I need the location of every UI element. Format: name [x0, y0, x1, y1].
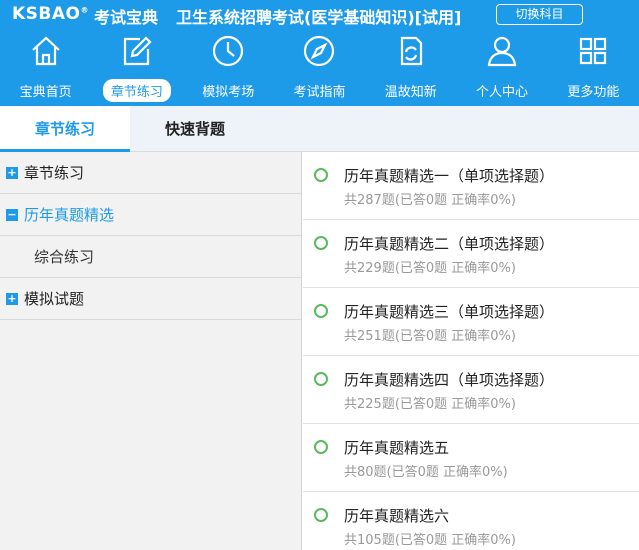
sidebar-item-mock-questions[interactable]: + 模拟试题: [0, 278, 301, 320]
item-stats: 共105题(已答0题 正确率0%): [344, 533, 516, 548]
list-item[interactable]: 历年真题精选五 共80题(已答0题 正确率0%): [303, 424, 639, 492]
nav-more[interactable]: 更多功能: [548, 32, 639, 106]
list-item[interactable]: 历年真题精选三（单项选择题） 共251题(已答0题 正确率0%): [303, 288, 639, 356]
item-stats: 共225题(已答0题 正确率0%): [344, 397, 516, 412]
compass-icon: [304, 35, 335, 67]
user-icon: [487, 36, 517, 67]
sidebar-item-chapter-practice[interactable]: + 章节练习: [0, 152, 301, 194]
status-circle-icon: [314, 304, 328, 318]
brand-row: KSBAO® 考试宝典 卫生系统招聘考试(医学基础知识)[试用] 切换科目: [0, 0, 639, 30]
exercise-list: 历年真题精选一（单项选择题） 共287题(已答0题 正确率0%) 历年真题精选二…: [303, 152, 639, 550]
logo-cn: 考试宝典: [94, 8, 159, 27]
nav-home[interactable]: 宝典首页: [0, 32, 91, 106]
switch-subject-button[interactable]: 切换科目: [496, 4, 583, 25]
list-item[interactable]: 历年真题精选一（单项选择题） 共287题(已答0题 正确率0%): [303, 152, 639, 220]
refresh-icon: [400, 36, 422, 66]
item-title: 历年真题精选六: [344, 507, 450, 525]
nav-more-label: 更多功能: [567, 85, 620, 100]
tab-quick-memorize[interactable]: 快速背题: [130, 106, 260, 152]
item-title: 历年真题精选四（单项选择题）: [344, 371, 555, 389]
sidebar-item-label: 历年真题精选: [24, 206, 115, 224]
status-circle-icon: [314, 372, 328, 386]
tab-chapter-practice[interactable]: 章节练习: [0, 106, 130, 152]
nav-mock-exam-label: 模拟考场: [202, 85, 255, 100]
expand-icon[interactable]: +: [6, 167, 18, 179]
ksbao-logo: KSBAO®: [12, 4, 89, 24]
nav-exam-guide-label: 考试指南: [293, 85, 346, 100]
app-header: KSBAO® 考试宝典 卫生系统招聘考试(医学基础知识)[试用] 切换科目 宝典…: [0, 0, 639, 106]
status-circle-icon: [314, 168, 328, 182]
list-item[interactable]: 历年真题精选六 共105题(已答0题 正确率0%): [303, 492, 639, 550]
main-nav: 宝典首页 章节练习 模拟考场 考试指南 温故知新 个人中心 更多功能: [0, 32, 639, 106]
sidebar-item-past-papers[interactable]: − 历年真题精选: [0, 194, 301, 236]
expand-icon[interactable]: +: [6, 293, 18, 305]
app-title: 卫生系统招聘考试(医学基础知识)[试用]: [176, 8, 462, 27]
nav-mock-exam[interactable]: 模拟考场: [183, 32, 274, 106]
home-icon: [31, 36, 60, 66]
item-title: 历年真题精选一（单项选择题）: [344, 167, 555, 185]
nav-profile[interactable]: 个人中心: [456, 32, 547, 106]
list-item[interactable]: 历年真题精选二（单项选择题） 共229题(已答0题 正确率0%): [303, 220, 639, 288]
nav-home-label: 宝典首页: [19, 85, 72, 100]
nav-review[interactable]: 温故知新: [365, 32, 456, 106]
nav-review-label: 温故知新: [384, 85, 437, 100]
list-item[interactable]: 历年真题精选四（单项选择题） 共225题(已答0题 正确率0%): [303, 356, 639, 424]
item-title: 历年真题精选五: [344, 439, 450, 457]
edit-icon: [123, 36, 152, 66]
clock-icon: [213, 35, 244, 67]
status-circle-icon: [314, 508, 328, 522]
item-stats: 共287题(已答0题 正确率0%): [344, 193, 516, 208]
nav-chapter-practice[interactable]: 章节练习: [91, 32, 182, 106]
nav-exam-guide[interactable]: 考试指南: [274, 32, 365, 106]
sidebar-item-comprehensive[interactable]: 综合练习: [0, 236, 301, 278]
tab-bar: 章节练习 快速背题: [0, 106, 639, 152]
sidebar: + 章节练习 − 历年真题精选 综合练习 + 模拟试题: [0, 152, 302, 550]
sidebar-item-label: 综合练习: [34, 248, 95, 266]
collapse-icon[interactable]: −: [6, 209, 18, 221]
sidebar-item-label: 章节练习: [24, 164, 85, 182]
item-stats: 共251题(已答0题 正确率0%): [344, 329, 516, 344]
status-circle-icon: [314, 440, 328, 454]
item-stats: 共229题(已答0题 正确率0%): [344, 261, 516, 276]
grid-icon: [580, 37, 607, 65]
status-circle-icon: [314, 236, 328, 250]
nav-chapter-practice-label: 章节练习: [102, 79, 171, 102]
sidebar-item-label: 模拟试题: [24, 290, 85, 308]
item-stats: 共80题(已答0题 正确率0%): [344, 465, 508, 480]
nav-profile-label: 个人中心: [476, 85, 529, 100]
item-title: 历年真题精选二（单项选择题）: [344, 235, 555, 253]
item-title: 历年真题精选三（单项选择题）: [344, 303, 555, 321]
